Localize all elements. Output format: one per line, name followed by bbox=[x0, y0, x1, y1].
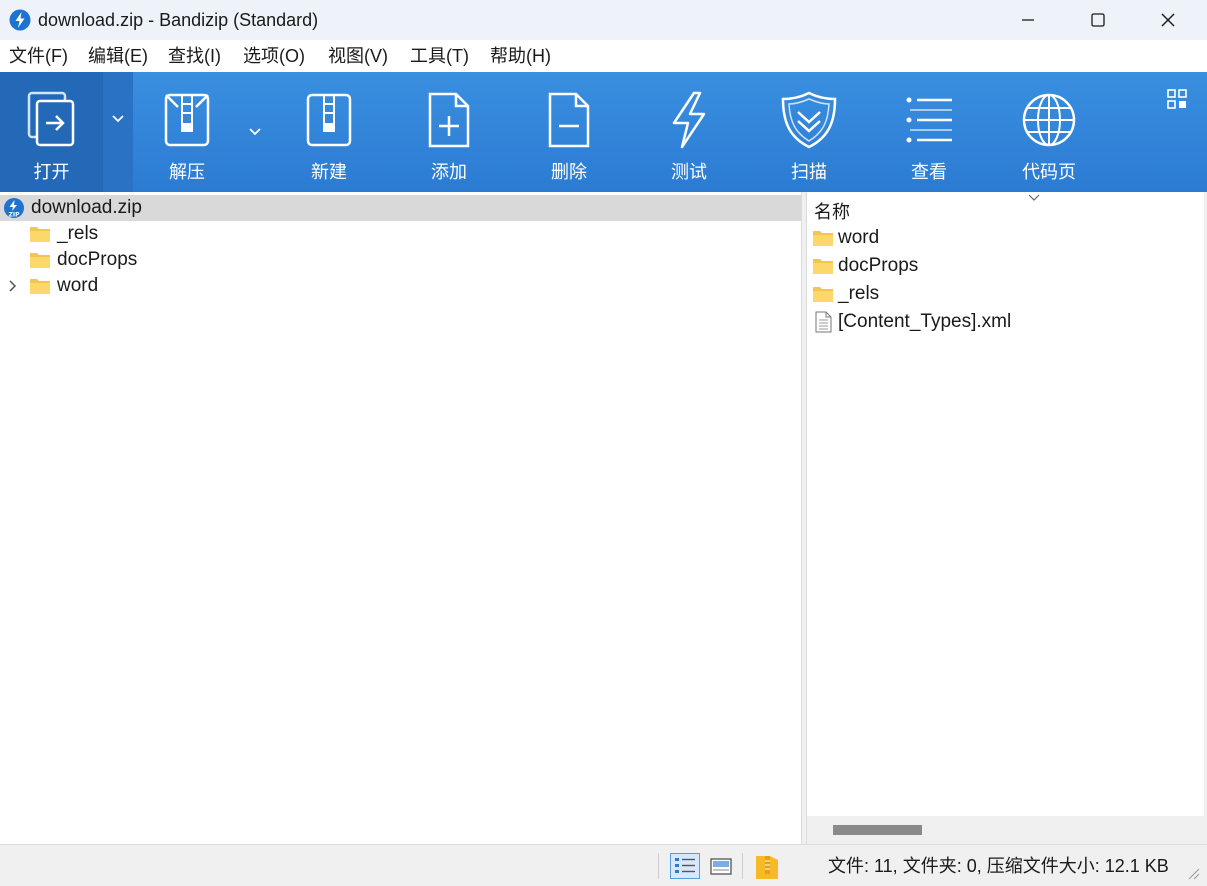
close-button[interactable] bbox=[1133, 0, 1203, 40]
menu-view[interactable]: 视图(V) bbox=[328, 40, 388, 72]
details-view-icon[interactable] bbox=[670, 853, 700, 879]
codepage-label: 代码页 bbox=[1022, 162, 1076, 182]
folder-icon bbox=[813, 287, 833, 302]
toolbar: 打开 解压 新建 添加 删除 测试 扫描 查看 代码页 bbox=[0, 72, 1207, 192]
tree-root-label: download.zip bbox=[31, 197, 142, 218]
add-label: 添加 bbox=[431, 162, 467, 182]
delete-label: 删除 bbox=[551, 162, 587, 182]
tree-item-label: _rels bbox=[57, 223, 99, 244]
list-item[interactable]: word bbox=[807, 224, 1204, 252]
name-column-label: 名称 bbox=[814, 202, 850, 222]
archive-folder-icon[interactable] bbox=[754, 853, 780, 881]
window-title: download.zip - Bandizip (Standard) bbox=[38, 10, 319, 30]
new-archive-icon bbox=[306, 93, 352, 147]
add-file-icon bbox=[428, 92, 470, 148]
tree-item[interactable]: docProps bbox=[0, 247, 801, 273]
delete-button[interactable]: 删除 bbox=[509, 72, 629, 192]
globe-icon bbox=[1022, 93, 1076, 147]
svg-text:ZIP: ZIP bbox=[9, 212, 21, 219]
chevron-down-icon bbox=[112, 115, 124, 123]
zip-archive-icon: ZIP bbox=[4, 198, 24, 219]
list-item-name: _rels bbox=[838, 283, 880, 304]
folder-icon bbox=[30, 227, 50, 242]
scrollbar-thumb[interactable] bbox=[833, 825, 922, 835]
delete-file-icon bbox=[548, 92, 590, 148]
maximize-icon bbox=[1091, 13, 1105, 27]
menu-file[interactable]: 文件(F) bbox=[9, 40, 68, 72]
folder-tree-pane: ZIP download.zip _rels docProps word bbox=[0, 192, 801, 844]
archive-summary-text: 文件: 11, 文件夹: 0, 压缩文件大小: 12.1 KB bbox=[828, 856, 1169, 876]
menu-options[interactable]: 选项(O) bbox=[243, 40, 305, 72]
open-icon bbox=[27, 91, 74, 147]
scan-button[interactable]: 扫描 bbox=[749, 72, 869, 192]
menu-edit[interactable]: 编辑(E) bbox=[88, 40, 148, 72]
menu-tools[interactable]: 工具(T) bbox=[410, 40, 469, 72]
list-item-name: word bbox=[838, 227, 880, 248]
view-button[interactable]: 查看 bbox=[869, 72, 989, 192]
layout-toggle-icon[interactable] bbox=[1166, 88, 1188, 110]
tree-item-label: docProps bbox=[57, 249, 138, 270]
tree-item[interactable]: _rels bbox=[0, 221, 801, 247]
list-item-name: [Content_Types].xml bbox=[838, 311, 1012, 332]
shield-icon bbox=[781, 91, 837, 149]
scan-label: 扫描 bbox=[791, 162, 827, 182]
extract-dropdown-button[interactable] bbox=[240, 72, 270, 192]
sort-descending-icon bbox=[1028, 194, 1040, 201]
title-bar: download.zip - Bandizip (Standard) bbox=[0, 0, 1207, 40]
preview-view-icon[interactable] bbox=[709, 853, 733, 879]
menu-find[interactable]: 查找(I) bbox=[168, 40, 221, 72]
open-button[interactable]: 打开 bbox=[0, 72, 103, 192]
new-label: 新建 bbox=[311, 162, 347, 182]
close-icon bbox=[1161, 13, 1175, 27]
extract-icon bbox=[164, 93, 210, 147]
list-view-icon bbox=[906, 97, 952, 143]
resize-grip-icon[interactable] bbox=[1185, 865, 1201, 881]
test-button[interactable]: 测试 bbox=[629, 72, 749, 192]
list-item[interactable]: [Content_Types].xml bbox=[807, 308, 1204, 336]
list-item-name: docProps bbox=[838, 255, 919, 276]
maximize-button[interactable] bbox=[1063, 0, 1133, 40]
view-label: 查看 bbox=[911, 162, 947, 182]
folder-icon bbox=[30, 253, 50, 268]
folder-icon bbox=[813, 259, 833, 274]
menu-help[interactable]: 帮助(H) bbox=[490, 40, 551, 72]
folder-icon bbox=[30, 279, 50, 294]
new-button[interactable]: 新建 bbox=[269, 72, 389, 192]
lightning-icon bbox=[672, 91, 706, 149]
test-label: 测试 bbox=[671, 162, 707, 182]
add-button[interactable]: 添加 bbox=[389, 72, 509, 192]
open-label: 打开 bbox=[33, 162, 70, 182]
menu-bar: 文件(F) 编辑(E) 查找(I) 选项(O) 视图(V) 工具(T) 帮助(H… bbox=[0, 40, 1207, 72]
horizontal-scrollbar[interactable] bbox=[807, 816, 1204, 844]
chevron-down-icon bbox=[249, 128, 261, 136]
list-item[interactable]: _rels bbox=[807, 280, 1204, 308]
expand-chevron-icon[interactable] bbox=[7, 279, 19, 293]
tree-item-label: word bbox=[57, 275, 99, 296]
minimize-button[interactable] bbox=[993, 0, 1063, 40]
extract-button[interactable]: 解压 bbox=[127, 72, 247, 192]
extract-label: 解压 bbox=[169, 162, 205, 182]
codepage-button[interactable]: 代码页 bbox=[989, 72, 1109, 192]
list-item[interactable]: docProps bbox=[807, 252, 1204, 280]
name-column-header[interactable]: 名称 bbox=[807, 194, 1204, 224]
document-file-icon bbox=[815, 311, 832, 333]
status-divider bbox=[742, 853, 743, 879]
tree-root-item[interactable]: ZIP download.zip bbox=[0, 195, 801, 221]
tree-item[interactable]: word bbox=[0, 273, 801, 299]
status-divider bbox=[658, 853, 659, 879]
minimize-icon bbox=[1022, 19, 1034, 21]
status-bar: 文件: 11, 文件夹: 0, 压缩文件大小: 12.1 KB bbox=[0, 844, 1207, 886]
folder-icon bbox=[813, 231, 833, 246]
bandizip-app-icon bbox=[9, 9, 31, 31]
